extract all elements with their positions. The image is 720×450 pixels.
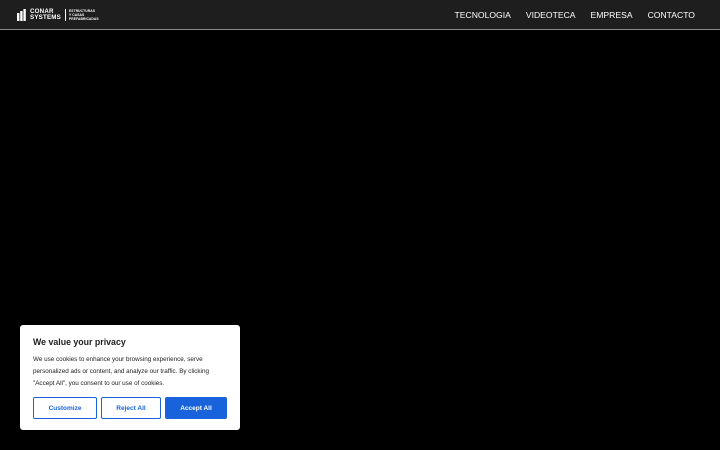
accept-all-button[interactable]: Accept All xyxy=(165,397,227,419)
site-logo[interactable]: CONAR SYSTEMS ESTRUCTURAS Y CASAS PREFAB… xyxy=(17,8,99,22)
cookie-message: We use cookies to enhance your browsing … xyxy=(33,356,209,387)
building-icon xyxy=(17,9,26,21)
main-nav: TECNOLOGIA VIDEOTECA EMPRESA CONTACTO xyxy=(455,0,696,30)
logo-name-line2: SYSTEMS xyxy=(30,14,61,21)
logo-name: CONAR SYSTEMS xyxy=(30,8,61,21)
cookie-title: We value your privacy xyxy=(33,337,126,347)
cookie-consent-banner: We value your privacy We use cookies to … xyxy=(20,325,240,430)
nav-item-empresa[interactable]: EMPRESA xyxy=(591,10,633,20)
customize-button[interactable]: Customize xyxy=(33,397,97,419)
site-header: CONAR SYSTEMS ESTRUCTURAS Y CASAS PREFAB… xyxy=(0,0,720,30)
cookie-button-group: Customize Reject All Accept All xyxy=(33,397,227,419)
page: CONAR SYSTEMS ESTRUCTURAS Y CASAS PREFAB… xyxy=(0,0,720,450)
logo-tagline: ESTRUCTURAS Y CASAS PREFABRICADAS xyxy=(69,9,99,21)
nav-item-contacto[interactable]: CONTACTO xyxy=(648,10,695,20)
logo-tagline-line3: PREFABRICADAS xyxy=(68,17,99,21)
nav-item-tecnologia[interactable]: TECNOLOGIA xyxy=(455,10,511,20)
reject-all-button[interactable]: Reject All xyxy=(101,397,161,419)
nav-item-videoteca[interactable]: VIDEOTECA xyxy=(526,10,576,20)
logo-divider xyxy=(64,9,66,21)
